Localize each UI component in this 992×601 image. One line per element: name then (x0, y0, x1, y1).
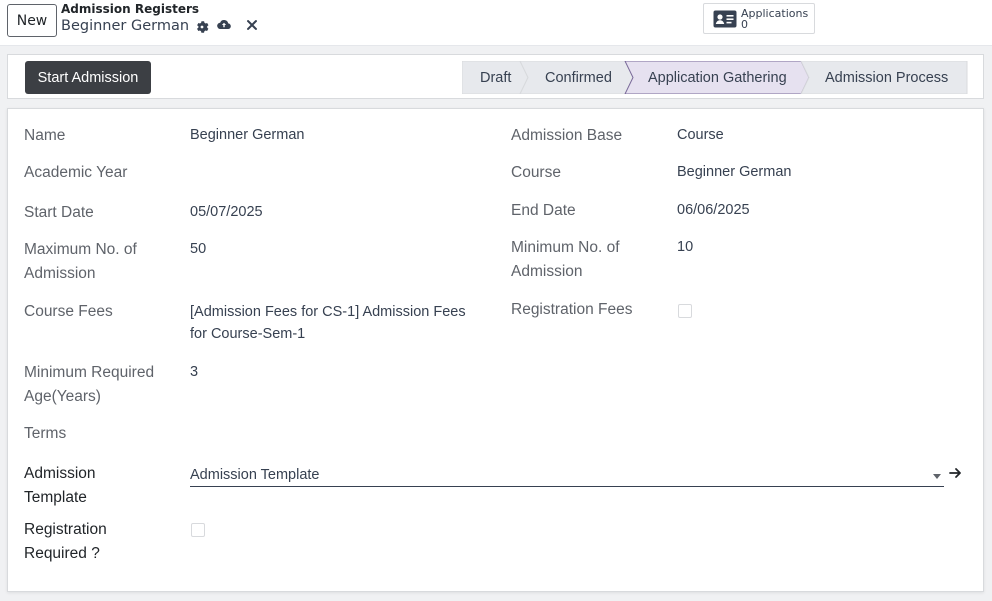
course-fees-value-line1: [Admission Fees for CS-1] Admission Fees (190, 304, 466, 320)
start-date-label: Start Date (24, 204, 94, 221)
registration-fees-checkbox[interactable] (678, 304, 692, 318)
applications-stat: Applications 0 (737, 8, 808, 30)
min-age-label-line2: Age(Years) (24, 388, 101, 405)
form-sheet: Name Beginner German Academic Year Start… (7, 108, 984, 592)
start-admission-button[interactable]: Start Admission (25, 61, 151, 94)
max-admission-label-line1: Maximum No. of (24, 241, 137, 258)
stage-admission-process[interactable]: Admission Process (825, 61, 948, 94)
max-admission-label: Maximum No. of Admission (24, 238, 137, 286)
admission-base-label: Admission Base (511, 127, 623, 144)
course-label: Course (511, 164, 561, 181)
min-admission-label-line1: Minimum No. of (511, 239, 620, 256)
academic-year-label: Academic Year (24, 164, 128, 181)
admission-template-label-line2: Template (24, 489, 87, 506)
form-statusbar: Start Admission Draft Confirmed Applicat… (7, 54, 984, 99)
start-date-value[interactable]: 05/07/2025 (190, 201, 263, 223)
max-admission-value[interactable]: 50 (190, 238, 206, 260)
applications-count: 0 (741, 17, 748, 31)
admission-template-label: Admission Template (24, 462, 96, 510)
min-admission-label-line2: Admission (511, 263, 583, 280)
course-value[interactable]: Beginner German (677, 161, 791, 183)
admission-template-input[interactable]: Admission Template (190, 465, 944, 487)
end-date-value[interactable]: 06/06/2025 (677, 199, 750, 221)
stage-confirmed[interactable]: Confirmed (545, 61, 612, 94)
status-stages: Draft Confirmed Application Gathering Ad… (462, 61, 968, 94)
stage-application-gathering[interactable]: Application Gathering (648, 61, 787, 94)
course-fees-value[interactable]: [Admission Fees for CS-1] Admission Fees… (190, 301, 466, 345)
registration-required-checkbox[interactable] (191, 523, 205, 537)
registration-fees-label: Registration Fees (511, 301, 633, 318)
chevron-down-icon[interactable] (933, 474, 941, 479)
name-label: Name (24, 127, 66, 144)
admission-template-label-line1: Admission (24, 465, 96, 482)
cloud-upload-icon[interactable] (217, 18, 231, 32)
gear-icon[interactable] (195, 20, 209, 34)
id-card-icon (713, 10, 737, 27)
registration-required-label: Registration Required ? (24, 518, 107, 566)
arrow-right-icon[interactable] (949, 466, 963, 480)
min-age-label-line1: Minimum Required (24, 364, 155, 381)
course-fees-label: Course Fees (24, 303, 113, 320)
close-icon[interactable] (245, 18, 259, 32)
min-admission-value[interactable]: 10 (677, 236, 693, 258)
min-admission-label: Minimum No. of Admission (511, 236, 620, 284)
applications-smart-button[interactable]: Applications 0 (703, 3, 815, 34)
registration-required-label-line2: Required ? (24, 545, 100, 562)
breadcrumb-current: Beginner German (61, 18, 209, 34)
stage-draft[interactable]: Draft (480, 61, 511, 94)
name-value[interactable]: Beginner German (190, 124, 304, 146)
course-fees-value-line2: for Course-Sem-1 (190, 326, 306, 342)
breadcrumb-parent-link[interactable]: Admission Registers (61, 2, 199, 16)
min-age-label: Minimum Required Age(Years) (24, 361, 154, 409)
max-admission-label-line2: Admission (24, 265, 96, 282)
terms-label: Terms (24, 425, 67, 442)
breadcrumb-current-label: Beginner German (61, 18, 190, 34)
new-button[interactable]: New (7, 4, 57, 37)
applications-label: Applications (741, 6, 809, 20)
registration-required-label-line1: Registration (24, 521, 107, 538)
min-age-value[interactable]: 3 (190, 361, 198, 383)
end-date-label: End Date (511, 202, 576, 219)
control-panel: New Admission Registers Beginner German … (0, 0, 992, 46)
admission-base-value[interactable]: Course (677, 124, 724, 146)
